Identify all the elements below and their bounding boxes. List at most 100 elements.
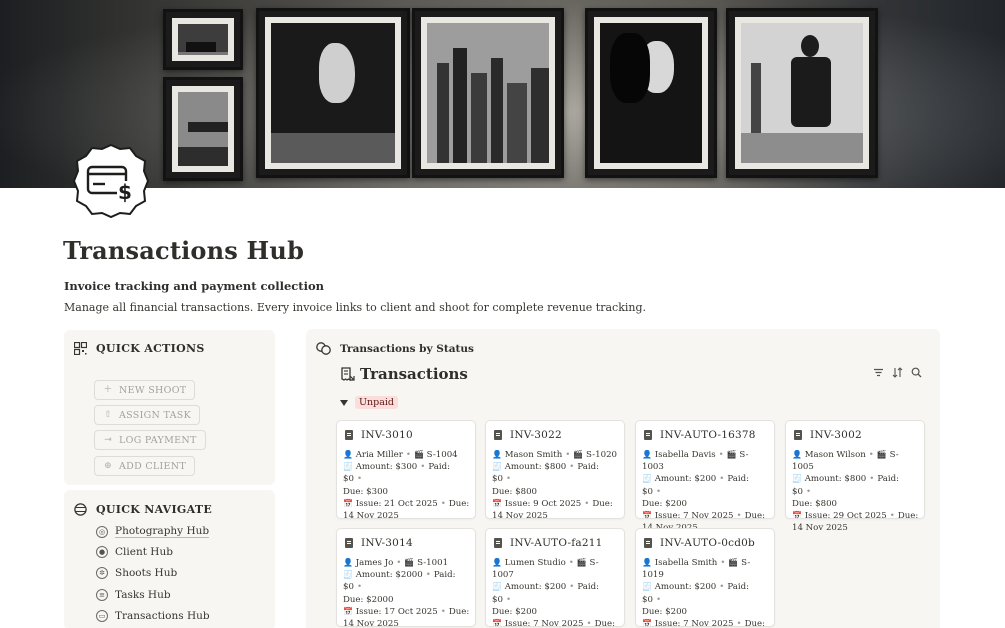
- nav-photography-hub[interactable]: ◎ Photography Hub: [96, 525, 210, 538]
- card-title: INV-AUTO-fa211: [494, 537, 602, 549]
- document-icon: [494, 430, 502, 440]
- client-name: Isabella Davis: [654, 450, 716, 460]
- quick-actions-panel: QUICK ACTIONS ＋ NEW SHOOT ⇧ ASSIGN TASK …: [64, 330, 275, 485]
- client-icon: 👤: [642, 450, 652, 459]
- document-icon: [794, 430, 802, 440]
- shoot-icon: 🎬: [728, 558, 739, 567]
- card-properties: 👤 James Jo • 🎬 S-1001 🧾 Amount: $2000 • Paid:…: [343, 558, 470, 628]
- database-title-label: Transactions: [360, 365, 468, 383]
- page-subtitle: Invoice tracking and payment collection: [64, 279, 324, 293]
- list-icon: ≡: [96, 589, 108, 601]
- new-shoot-label: NEW SHOOT: [119, 384, 187, 396]
- board-heading-label: Transactions by Status: [340, 342, 474, 355]
- invoice-id: INV-AUTO-16378: [660, 429, 756, 441]
- calendar-icon: 📅: [343, 498, 353, 508]
- amount-value: Amount: $800: [504, 462, 567, 473]
- transaction-card[interactable]: INV-AUTO-fa211 👤 Lumen Studio • 🎬 S-1007 🧾 A…: [485, 528, 625, 628]
- shoot-id: S-1001: [417, 558, 449, 568]
- assign-task-label: ASSIGN TASK: [119, 409, 191, 421]
- receipt-icon: 🧾: [492, 462, 502, 472]
- due-amount: Due: $200: [642, 498, 688, 509]
- receipt-icon: 🧾: [492, 582, 502, 592]
- card-properties: 👤 Isabella Davis • 🎬 S-1003 🧾 Amount: $200 •…: [642, 449, 770, 534]
- card-title: INV-3014: [345, 537, 413, 549]
- nav-tasks-hub[interactable]: ≡ Tasks Hub: [96, 589, 171, 601]
- transaction-card[interactable]: INV-AUTO-0cd0b 👤 Isabella Smith • 🎬 S-1019 🧾…: [635, 528, 775, 628]
- transaction-card[interactable]: INV-AUTO-16378 👤 Isabella Davis • 🎬 S-1003 🧾…: [635, 420, 775, 533]
- document-icon: [644, 430, 652, 440]
- amount-value: Amount: $200: [654, 474, 717, 485]
- client-name: James Jo: [355, 558, 394, 568]
- status-tag: Unpaid: [355, 396, 398, 409]
- card-icon: ▭: [96, 610, 108, 622]
- sort-icon[interactable]: [892, 367, 903, 378]
- client-icon: 👤: [343, 558, 353, 567]
- nav-client-hub-label: Client Hub: [115, 546, 173, 558]
- log-payment-button[interactable]: ⇥ LOG PAYMENT: [94, 430, 206, 450]
- cover-image: [0, 0, 1005, 188]
- card-properties: 👤 Mason Smith • 🎬 S-1020 🧾 Amount: $800 • Pai…: [492, 450, 618, 522]
- calendar-icon: 📅: [642, 511, 652, 521]
- shoot-icon: 🎬: [573, 450, 584, 459]
- issue-date: Issue: 7 Nov 2025: [654, 511, 734, 522]
- assign-task-button[interactable]: ⇧ ASSIGN TASK: [94, 405, 200, 425]
- issue-date: Issue: 21 Oct 2025: [355, 498, 438, 509]
- invoice-id: INV-3014: [361, 537, 413, 549]
- document-icon: [345, 430, 353, 440]
- calendar-icon: 📅: [792, 511, 802, 521]
- transaction-card[interactable]: INV-3014 👤 James Jo • 🎬 S-1001 🧾 Amount: $20…: [336, 528, 476, 628]
- client-icon: 👤: [792, 450, 802, 459]
- user-plus-icon: ⊕: [104, 461, 112, 471]
- issue-date: Issue: 29 Oct 2025: [804, 511, 887, 522]
- invoice-id: INV-3022: [510, 429, 562, 441]
- database-title[interactable]: Transactions: [340, 365, 468, 383]
- group-header-unpaid[interactable]: Unpaid: [340, 396, 398, 409]
- shoot-id: S-1004: [426, 450, 458, 460]
- plus-icon: ＋: [103, 385, 113, 395]
- receipt-icon: 🧾: [642, 474, 652, 484]
- card-title: INV-3002: [794, 429, 862, 441]
- card-properties: 👤 Lumen Studio • 🎬 S-1007 🧾 Amount: $200 • Pa…: [492, 557, 620, 628]
- nav-client-hub[interactable]: ● Client Hub: [96, 546, 173, 558]
- invoice-id: INV-AUTO-fa211: [510, 537, 603, 549]
- add-client-button[interactable]: ⊕ ADD CLIENT: [94, 456, 196, 476]
- log-payment-label: LOG PAYMENT: [119, 434, 197, 446]
- shoot-id: S-1020: [586, 450, 618, 460]
- new-shoot-button[interactable]: ＋ NEW SHOOT: [94, 380, 196, 400]
- transaction-card[interactable]: INV-3022 👤 Mason Smith • 🎬 S-1020 🧾 Amount: …: [485, 420, 625, 522]
- client-name: Lumen Studio: [504, 558, 566, 568]
- amount-value: Amount: $800: [804, 474, 867, 485]
- user-icon: ●: [96, 546, 108, 558]
- card-title: INV-3010: [345, 429, 413, 441]
- client-name: Mason Wilson: [804, 450, 866, 460]
- document-icon: [494, 538, 502, 548]
- nav-shoots-hub[interactable]: ✲ Shoots Hub: [96, 567, 177, 579]
- page-description: Manage all financial transactions. Every…: [64, 301, 647, 314]
- quick-actions-label: QUICK ACTIONS: [96, 342, 205, 355]
- credit-card-dollar-icon: $: [73, 143, 149, 219]
- nav-transactions-hub-label: Transactions Hub: [115, 610, 210, 622]
- transaction-card[interactable]: INV-3002 👤 Mason Wilson • 🎬 S-1005 🧾 Amount:…: [785, 420, 925, 533]
- nav-photography-hub-label: Photography Hub: [115, 525, 210, 538]
- client-name: Isabella Smith: [654, 558, 718, 568]
- shoot-icon: 🎬: [876, 450, 887, 459]
- triangle-down-icon: [340, 399, 348, 406]
- nav-tasks-hub-label: Tasks Hub: [115, 589, 171, 601]
- search-icon[interactable]: [911, 367, 922, 378]
- transaction-card[interactable]: INV-3010 👤 Aria Miller • 🎬 S-1004 🧾 Amount: …: [336, 420, 476, 522]
- filter-icon[interactable]: [873, 367, 884, 378]
- receipt-icon: 🧾: [642, 582, 652, 592]
- card-properties: 👤 Aria Miller • 🎬 S-1004 🧾 Amount: $300 • Pai…: [343, 450, 470, 522]
- calendar-icon: 📅: [492, 498, 502, 508]
- issue-date: Issue: 9 Oct 2025: [504, 498, 582, 509]
- receipt-icon: 🧾: [343, 462, 353, 472]
- shoot-icon: 🎬: [726, 450, 737, 459]
- nav-transactions-hub[interactable]: ▭ Transactions Hub: [96, 610, 210, 622]
- aperture-icon: ✲: [96, 567, 108, 579]
- calendar-icon: 📅: [642, 619, 652, 628]
- due-amount: Due: $200: [492, 606, 538, 617]
- calendar-icon: 📅: [343, 606, 353, 616]
- issue-date: Issue: 7 Nov 2025: [654, 619, 734, 628]
- quick-navigate-label: QUICK NAVIGATE: [96, 503, 213, 516]
- card-title: INV-AUTO-0cd0b: [644, 537, 755, 549]
